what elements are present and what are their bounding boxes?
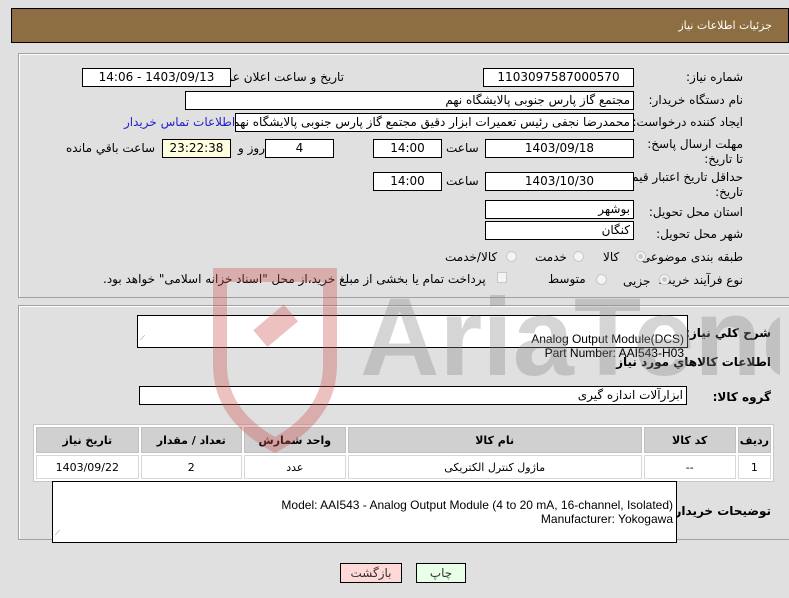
goods-group-field: ابزارآلات اندازه گیری xyxy=(139,386,687,405)
requester-label: ایجاد کننده درخواست: xyxy=(632,115,743,129)
page-header: جزئیات اطلاعات نیاز xyxy=(11,8,789,43)
response-time-field: 14:00 xyxy=(373,139,442,158)
days-label: روز و xyxy=(238,141,265,155)
buyer-notes-text: Model: AAI543 - Analog Output Module (4 … xyxy=(281,498,673,526)
purchase-type-radio-medium[interactable] xyxy=(596,274,607,285)
page-title: جزئیات اطلاعات نیاز xyxy=(678,19,772,32)
city-field: کنگان xyxy=(485,221,634,240)
announce-datetime-field: 1403/09/13 - 14:06 xyxy=(82,68,231,87)
price-validity-date-field: 1403/10/30 xyxy=(485,172,634,191)
back-button[interactable]: بازگشت xyxy=(340,563,402,583)
table-row: 1 -- ماژول کنترل الکتریکی عدد 2 1403/09/… xyxy=(36,455,771,479)
resize-grip-icon[interactable]: ⟋ xyxy=(55,527,60,541)
items-heading: اطلاعات کالاهاي مورد نیاز xyxy=(616,355,771,369)
col-header-row-number: ردیف xyxy=(737,427,771,453)
province-field: بوشهر xyxy=(485,200,634,219)
col-header-unit: واحد شمارش xyxy=(243,427,346,453)
items-table: ردیف کد کالا نام کالا واحد شمارش تعداد /… xyxy=(33,424,774,482)
city-label: شهر محل تحویل: xyxy=(656,227,743,241)
col-header-goods-code: کد کالا xyxy=(643,427,736,453)
resize-grip-icon[interactable]: ⟋ xyxy=(140,332,145,346)
response-date-field: 1403/09/18 xyxy=(485,139,634,158)
goods-group-label: گروه کالا: xyxy=(712,390,771,404)
remaining-time-label: ساعت باقي مانده xyxy=(66,141,156,155)
print-button[interactable]: چاپ xyxy=(416,563,466,583)
purchase-type-option-medium: متوسط xyxy=(548,272,586,286)
treasury-note: پرداخت تمام یا بخشی از مبلغ خرید،از محل … xyxy=(103,272,486,286)
need-number-field: 1103097587000570 xyxy=(483,68,634,87)
buyer-contact-link[interactable]: اطلاعات تماس خریدار xyxy=(124,115,235,129)
purchase-type-radio-minor[interactable] xyxy=(659,274,670,285)
response-time-label: ساعت xyxy=(446,141,479,155)
buyer-org-label: نام دستگاه خریدار: xyxy=(648,93,744,107)
buyer-org-field: مجتمع گاز پارس جنوبی پالایشگاه نهم xyxy=(185,91,634,110)
cell-need-date: 1403/09/22 xyxy=(36,455,139,479)
category-option-service: خدمت xyxy=(535,250,567,264)
category-radio-service[interactable] xyxy=(573,251,584,262)
cell-quantity: 2 xyxy=(140,455,242,479)
remaining-time-field: 23:22:38 xyxy=(162,139,231,158)
price-validity-time-field: 14:00 xyxy=(373,172,442,191)
cell-row-number: 1 xyxy=(737,455,771,479)
category-option-goods-service: کالا/خدمت xyxy=(445,250,498,264)
requester-field: محمدرضا نجفی رئیس تعمیرات ابزار دقیق مجت… xyxy=(235,113,634,132)
description-label: شرح کلي نیاز: xyxy=(685,326,771,340)
cell-goods-name: ماژول کنترل الکتریکی xyxy=(347,455,642,479)
response-deadline-label: مهلت ارسال پاسخ: تا تاریخ: xyxy=(647,137,743,166)
col-header-goods-name: نام کالا xyxy=(347,427,642,453)
category-label: طبقه بندی موضوعی: xyxy=(636,250,743,264)
buyer-notes-label: توضیحات خریدار: xyxy=(669,504,771,518)
need-number-label: شماره نیاز: xyxy=(686,70,743,84)
purchase-type-option-minor: جزیی xyxy=(623,274,651,288)
description-textarea[interactable]: Analog Output Module(DCS) Part Number: A… xyxy=(137,315,688,360)
category-radio-goods-service[interactable] xyxy=(506,251,517,262)
cell-unit: عدد xyxy=(243,455,346,479)
treasury-checkbox[interactable] xyxy=(497,272,507,283)
category-radio-goods[interactable] xyxy=(635,251,646,262)
table-header-row: ردیف کد کالا نام کالا واحد شمارش تعداد /… xyxy=(36,427,771,453)
cell-goods-code: -- xyxy=(643,455,736,479)
category-option-goods: کالا xyxy=(603,250,620,264)
col-header-quantity: تعداد / مقدار xyxy=(140,427,242,453)
purchase-type-label: نوع فرآیند خرید : xyxy=(658,273,743,287)
province-label: استان محل تحویل: xyxy=(648,205,743,219)
price-validity-time-label: ساعت xyxy=(446,174,479,188)
col-header-need-date: تاریخ نیاز xyxy=(36,427,139,453)
buyer-notes-textarea[interactable]: Model: AAI543 - Analog Output Module (4 … xyxy=(52,481,677,543)
remaining-days-field: 4 xyxy=(265,139,334,158)
